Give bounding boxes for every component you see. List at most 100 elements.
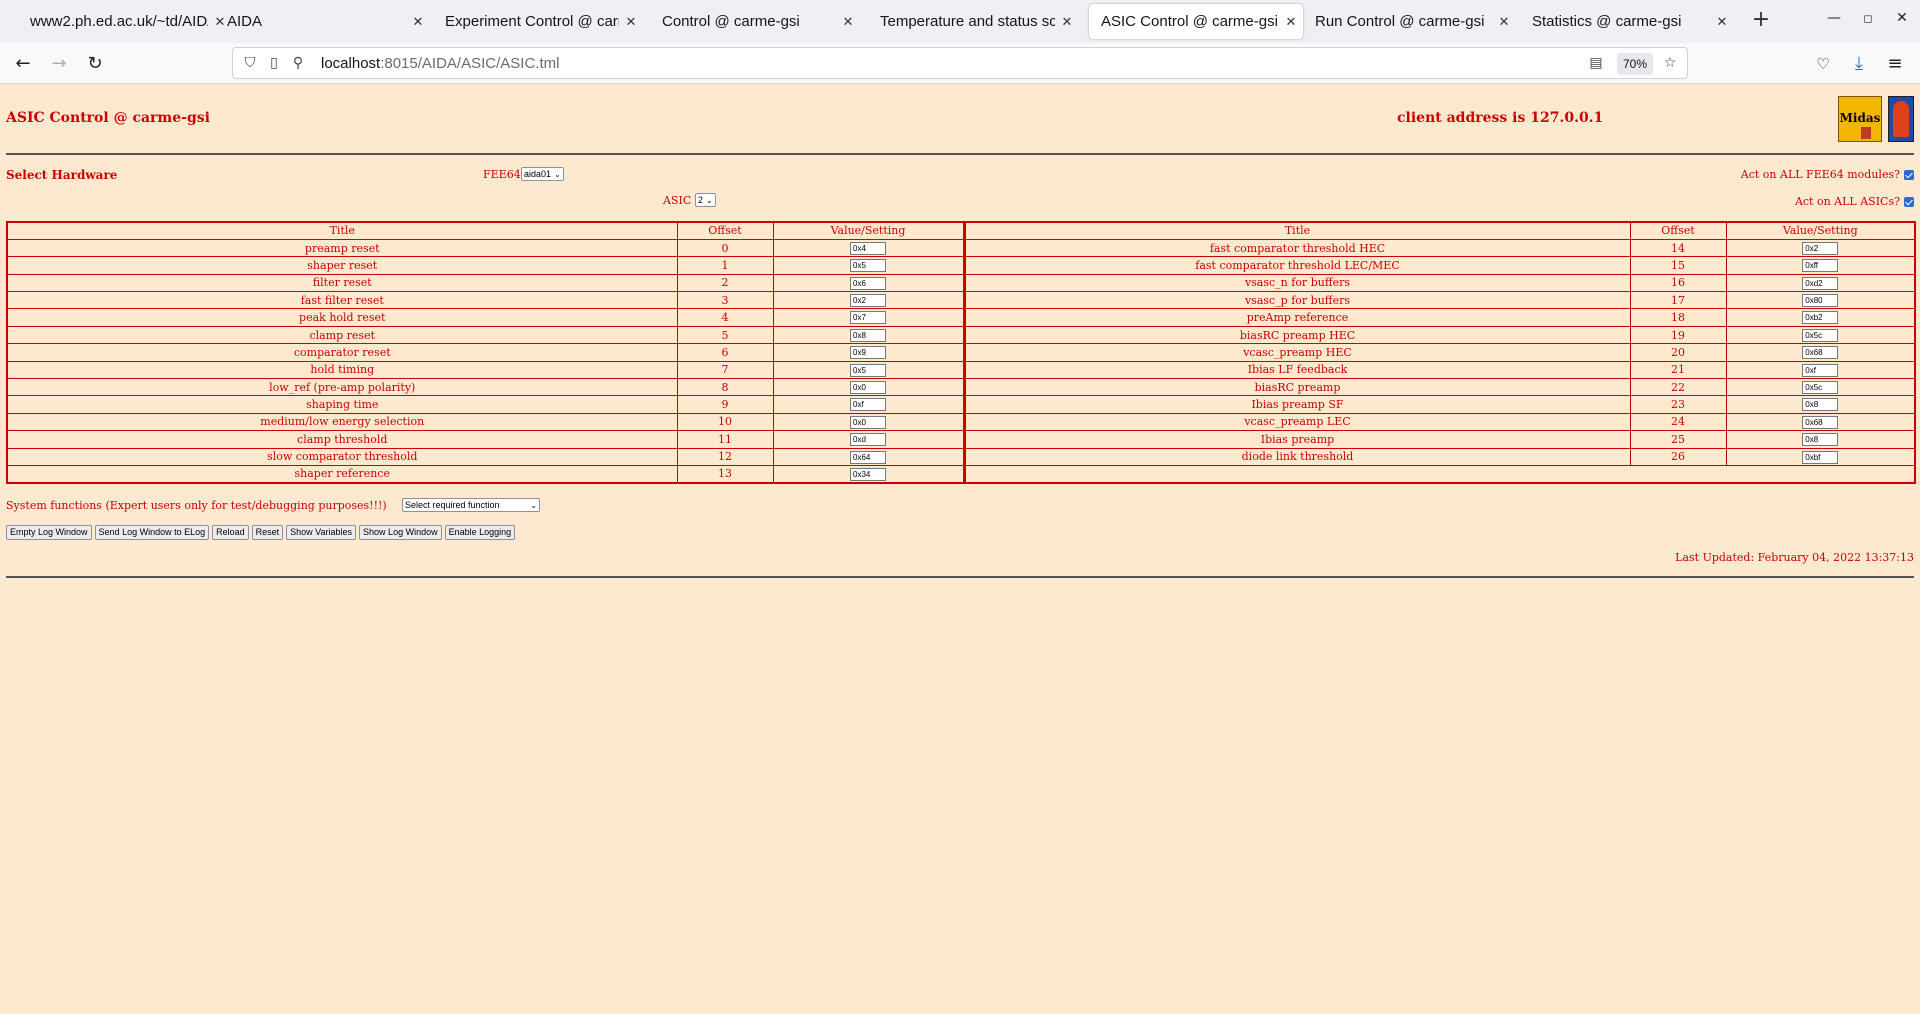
- value-cell: 0x4: [772, 238, 966, 258]
- new-tab-button[interactable]: +: [1748, 8, 1774, 34]
- url-bar[interactable]: ⛉ ▯ ⚲ localhost:8015/AIDA/ASIC/ASIC.tml …: [232, 47, 1688, 79]
- enable-logging-button[interactable]: Enable Logging: [444, 525, 516, 540]
- downloads-icon[interactable]: ⤓: [1846, 51, 1872, 77]
- page-icon[interactable]: ▯: [265, 55, 283, 71]
- value-cell: 0x34: [772, 464, 966, 484]
- register-title: vsasc_p for buffers: [963, 291, 1631, 310]
- value-input[interactable]: 0x64: [850, 450, 886, 464]
- value-input[interactable]: 0x68: [1802, 415, 1839, 429]
- system-function-select[interactable]: Select required function ⌄: [402, 498, 540, 512]
- value-input[interactable]: 0x5c: [1802, 380, 1839, 394]
- back-icon[interactable]: ←: [10, 51, 36, 77]
- tab-www2[interactable]: www2.ph.ed.ac.uk/~td/AIDA ✕: [18, 4, 232, 39]
- reader-view-icon[interactable]: ▤: [1587, 55, 1605, 71]
- value-input[interactable]: 0x0: [850, 380, 886, 394]
- tab-aida[interactable]: AIDA ✕: [215, 4, 430, 39]
- asic-select-value: 2: [698, 195, 704, 205]
- value-input[interactable]: 0xf: [850, 398, 886, 412]
- register-offset: 2: [676, 273, 774, 293]
- client-address: client address is 127.0.0.1: [1397, 110, 1604, 126]
- value-input[interactable]: 0xbf: [1802, 450, 1839, 464]
- act-all-fee64-checkbox[interactable]: [1904, 169, 1914, 180]
- minimize-icon[interactable]: —: [1824, 10, 1844, 26]
- value-input[interactable]: 0x2: [850, 294, 886, 307]
- value-input[interactable]: 0xd: [850, 433, 886, 447]
- tab-statistics[interactable]: Statistics @ carme-gsi ✕: [1520, 4, 1734, 39]
- tab-control[interactable]: Control @ carme-gsi ✕: [650, 4, 860, 39]
- url-path: :8015/AIDA/ASIC/ASIC.tml: [380, 55, 560, 72]
- close-icon[interactable]: ✕: [619, 14, 643, 30]
- reload-button[interactable]: Reload: [212, 525, 249, 540]
- register-title: biasRC preamp HEC: [963, 325, 1631, 345]
- tab-asic-control[interactable]: ASIC Control @ carme-gsi ✕: [1089, 4, 1303, 39]
- value-input[interactable]: 0xb2: [1802, 311, 1839, 325]
- header-offset: Offset: [1629, 221, 1727, 240]
- permissions-icon[interactable]: ⚲: [289, 55, 307, 71]
- close-icon[interactable]: ✕: [1710, 14, 1734, 30]
- table-row: shaper reset 1 0x5 fast comparator threshol…: [6, 256, 1916, 275]
- value-input[interactable]: 0x2: [1802, 241, 1839, 255]
- bookmark-star-icon[interactable]: ☆: [1661, 55, 1679, 71]
- value-input[interactable]: 0x34: [850, 467, 886, 481]
- value-input[interactable]: 0x0: [850, 415, 886, 429]
- value-input[interactable]: 0x8: [1802, 433, 1839, 447]
- register-title: vcasc_preamp LEC: [963, 412, 1631, 432]
- value-input[interactable]: 0x4: [850, 241, 886, 255]
- value-input[interactable]: 0x8: [850, 328, 886, 342]
- url-text[interactable]: localhost:8015/AIDA/ASIC/ASIC.tml: [321, 55, 559, 72]
- register-offset: 0: [676, 238, 774, 258]
- value-input[interactable]: 0xff: [1802, 259, 1839, 273]
- close-icon[interactable]: ✕: [1055, 14, 1079, 30]
- act-all-asics-label: Act on ALL ASICs?: [1794, 195, 1900, 208]
- table-row: slow comparator threshold 12 0x64 diode lin…: [6, 447, 1916, 466]
- value-input[interactable]: 0x5: [850, 363, 886, 377]
- maximize-icon[interactable]: ◻: [1858, 12, 1878, 25]
- value-input[interactable]: 0xd2: [1802, 276, 1839, 290]
- register-offset: 14: [1629, 238, 1727, 258]
- register-title: biasRC preamp: [963, 378, 1631, 397]
- act-all-asics: Act on ALL ASICs?: [1795, 195, 1914, 208]
- close-icon[interactable]: ✕: [406, 14, 430, 30]
- value-input[interactable]: 0x6: [850, 276, 886, 290]
- register-title: slow comparator threshold: [6, 447, 678, 466]
- reset-button[interactable]: Reset: [251, 525, 284, 540]
- value-input[interactable]: 0x8: [1802, 398, 1839, 412]
- shield-icon[interactable]: ⛉: [241, 55, 259, 71]
- forward-icon[interactable]: →: [46, 51, 72, 77]
- register-offset: 13: [676, 464, 774, 484]
- send-log-to-elog-button[interactable]: Send Log Window to ELog: [94, 525, 210, 540]
- table-header-row: Title Offset Value/Setting Title Offset …: [6, 221, 1916, 240]
- tab-experiment-control[interactable]: Experiment Control @ carme-gsi ✕: [433, 4, 643, 39]
- last-updated: Last Updated: February 04, 2022 13:37:13: [1675, 551, 1914, 564]
- value-input[interactable]: 0xf: [1802, 363, 1839, 377]
- close-icon[interactable]: ✕: [1492, 14, 1516, 30]
- value-input[interactable]: 0x9: [850, 346, 886, 360]
- midas-logo-text: Midas: [1839, 111, 1881, 125]
- chevron-down-icon: ⌄: [554, 169, 561, 179]
- value-input[interactable]: 0x68: [1802, 346, 1839, 360]
- asic-select[interactable]: 2 ⌄: [695, 193, 716, 207]
- register-title: fast comparator threshold HEC: [963, 238, 1631, 258]
- act-all-asics-checkbox[interactable]: [1904, 196, 1914, 207]
- tab-temperature[interactable]: Temperature and status scan ✕: [868, 4, 1079, 39]
- asic-settings-table: Title Offset Value/Setting Title Offset …: [6, 221, 1916, 484]
- empty-log-window-button[interactable]: Empty Log Window: [6, 525, 92, 540]
- show-variables-button[interactable]: Show Variables: [286, 525, 357, 540]
- pocket-icon[interactable]: ♡: [1810, 51, 1836, 77]
- value-input[interactable]: 0x80: [1802, 294, 1839, 307]
- register-title: Ibias preamp: [963, 430, 1631, 449]
- tab-run-control[interactable]: Run Control @ carme-gsi ✕: [1303, 4, 1516, 39]
- close-icon[interactable]: ✕: [836, 14, 860, 30]
- value-input[interactable]: 0x5: [850, 259, 886, 273]
- fee64-select[interactable]: aida01 ⌄: [521, 167, 564, 181]
- close-window-icon[interactable]: ✕: [1892, 10, 1912, 26]
- value-input[interactable]: 0x5c: [1802, 328, 1839, 342]
- close-icon[interactable]: ✕: [1279, 14, 1303, 30]
- show-log-window-button[interactable]: Show Log Window: [359, 525, 442, 540]
- register-offset: 6: [676, 343, 774, 362]
- menu-icon[interactable]: ≡: [1882, 51, 1908, 77]
- reload-icon[interactable]: ↻: [82, 51, 108, 77]
- value-cell: 0xf: [772, 395, 966, 414]
- value-input[interactable]: 0x7: [850, 311, 886, 325]
- zoom-level[interactable]: 70%: [1617, 53, 1654, 75]
